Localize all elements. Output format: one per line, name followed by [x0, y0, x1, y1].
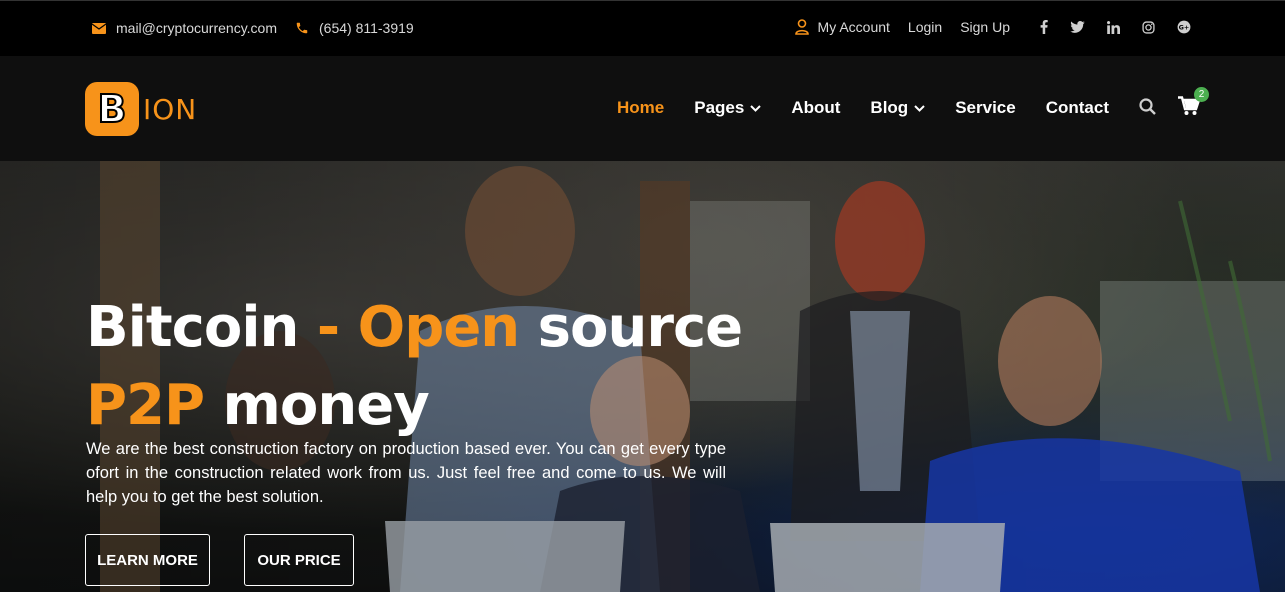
search-icon[interactable] [1139, 97, 1156, 115]
login-link[interactable]: Login [908, 19, 942, 35]
nav-item-about[interactable]: About [791, 98, 840, 118]
twitter-icon[interactable] [1070, 21, 1085, 33]
social-links: G+ [1040, 20, 1191, 34]
logo-mark: B [85, 82, 139, 136]
nav-item-pages[interactable]: Pages [694, 98, 762, 118]
nav-item-label: Service [955, 98, 1016, 117]
phone-contact[interactable]: (654) 811-3919 [295, 20, 414, 36]
logo-text: ION [143, 92, 198, 126]
contact-info: mail@cryptocurrency.com (654) 811-3919 [92, 20, 414, 36]
signup-link[interactable]: Sign Up [960, 19, 1010, 35]
hero-title-line2-orange: P2P [86, 373, 205, 438]
hero-title-part1: Bitcoin [86, 295, 299, 360]
instagram-icon[interactable] [1142, 20, 1155, 34]
nav-item-label: Blog [870, 98, 909, 117]
svg-text:G+: G+ [1179, 23, 1190, 31]
phone-text: (654) 811-3919 [319, 20, 414, 36]
google-plus-icon[interactable]: G+ [1177, 20, 1191, 34]
nav-item-label: Pages [694, 98, 745, 117]
nav-item-label: Contact [1045, 98, 1109, 117]
nav-item-service[interactable]: Service [955, 98, 1016, 118]
user-icon [794, 19, 809, 35]
our-price-button[interactable]: OUR PRICE [244, 534, 354, 586]
chevron-down-icon [750, 104, 762, 112]
main-navbar: B ION Home Pages About Blog Service Cont… [0, 56, 1285, 161]
hero-title-dash: - [298, 295, 358, 360]
top-bar: mail@cryptocurrency.com (654) 811-3919 M… [0, 0, 1285, 56]
email-text: mail@cryptocurrency.com [116, 20, 277, 36]
chevron-down-icon [914, 104, 925, 112]
envelope-icon [92, 22, 106, 34]
hero-title-line2-white: money [204, 373, 430, 438]
hero-title-part3: source [519, 295, 743, 360]
hero-description: We are the best construction factory on … [86, 440, 726, 506]
email-contact[interactable]: mail@cryptocurrency.com [92, 20, 277, 36]
nav-item-label: Home [617, 98, 665, 117]
hero-title: Bitcoin - Open source P2P money [86, 289, 786, 445]
nav-item-home[interactable]: Home [617, 98, 664, 118]
learn-more-button[interactable]: LEARN MORE [85, 534, 210, 586]
nav-item-label: About [791, 98, 841, 117]
hero-section: Bitcoin - Open source P2P money We are t… [0, 161, 1285, 592]
hero-title-part2: Open [357, 295, 521, 360]
cart-count-badge: 2 [1194, 87, 1209, 102]
nav-menu: Home Pages About Blog Service Contact [617, 98, 1109, 118]
nav-item-contact[interactable]: Contact [1046, 98, 1109, 118]
top-links: My Account Login Sign Up G+ [794, 19, 1191, 35]
phone-icon [296, 22, 308, 34]
nav-item-blog[interactable]: Blog [870, 98, 925, 118]
facebook-icon[interactable] [1040, 20, 1048, 34]
nav-tools: 2 [1139, 87, 1209, 116]
logo-letter: B [97, 86, 128, 132]
cart-button[interactable]: 2 [1178, 87, 1209, 116]
my-account-link[interactable]: My Account [794, 19, 890, 35]
my-account-label: My Account [817, 19, 890, 35]
logo[interactable]: B ION [85, 82, 197, 136]
linkedin-icon[interactable] [1107, 20, 1120, 34]
